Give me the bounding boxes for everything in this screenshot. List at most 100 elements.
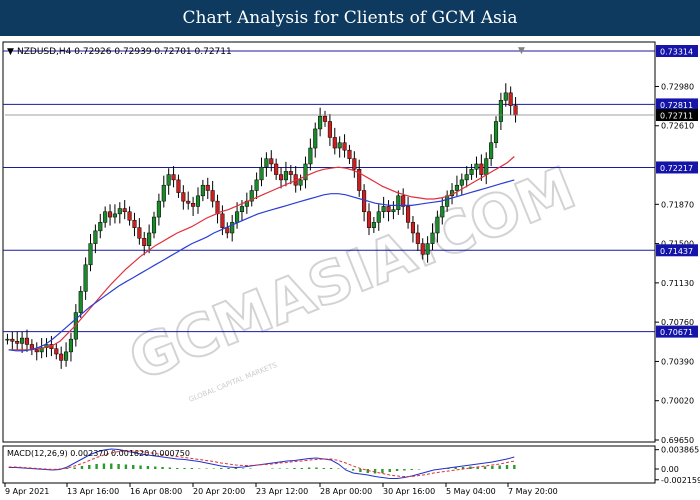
time-tick-label: 16 Apr 08:00 bbox=[130, 487, 182, 496]
price-tick-label: 0.71870 bbox=[661, 200, 694, 209]
chart-shift-marker: ▼ bbox=[518, 46, 525, 56]
candle-body bbox=[303, 163, 308, 181]
candle-body bbox=[274, 163, 279, 175]
candle-body bbox=[332, 137, 337, 149]
candle-body bbox=[205, 184, 210, 191]
candle-body bbox=[122, 208, 127, 212]
candle-body bbox=[410, 222, 416, 234]
candle-body bbox=[166, 174, 171, 186]
candle-body bbox=[352, 158, 357, 170]
time-axis: 9 Apr 2021 13 Apr 16:00 16 Apr 08:00 20 Apr… bbox=[4, 483, 558, 496]
candle-body bbox=[142, 238, 147, 246]
candle-body bbox=[327, 121, 332, 138]
candle-body bbox=[59, 353, 64, 361]
candle-body bbox=[127, 211, 132, 221]
candle-body bbox=[342, 142, 347, 151]
candle-body bbox=[171, 174, 176, 181]
candle-body bbox=[20, 337, 25, 344]
candle-body bbox=[508, 92, 513, 106]
candle-body bbox=[406, 206, 411, 223]
candle-body bbox=[498, 100, 503, 122]
macd-tick-label: 0.00 bbox=[661, 465, 679, 474]
candle-body bbox=[493, 121, 499, 143]
candle-body bbox=[430, 232, 435, 244]
candle-body bbox=[225, 227, 230, 234]
candle-body bbox=[254, 179, 259, 191]
candle-body bbox=[503, 92, 508, 101]
page-title: Chart Analysis for Clients of GCM Asia bbox=[0, 0, 700, 36]
candle-body bbox=[64, 351, 69, 361]
candle-body bbox=[235, 211, 240, 223]
candle-body bbox=[445, 195, 450, 207]
price-tick-label: 0.70020 bbox=[661, 397, 694, 406]
candle-body bbox=[484, 158, 489, 175]
candle-body bbox=[318, 115, 323, 130]
candle-body bbox=[386, 206, 391, 212]
candle-body bbox=[151, 216, 157, 234]
candle-body bbox=[288, 171, 293, 175]
level-price-label: 0.71437 bbox=[660, 247, 693, 256]
level-price-label: 0.70671 bbox=[660, 328, 693, 337]
price-tick-label: 0.72980 bbox=[661, 82, 694, 91]
time-tick-label: 9 Apr 2021 bbox=[5, 487, 49, 496]
macd-info-text: MACD(12,26,9) 0.002370 0.001620 0.000750 bbox=[7, 449, 190, 458]
candle-body bbox=[298, 179, 303, 186]
candle-body bbox=[98, 222, 103, 232]
price-tick-label: 0.72610 bbox=[661, 122, 694, 131]
trading-chart[interactable]: GCMASIA.COM GLOBAL CAPITAL MARKETS 0.729… bbox=[0, 36, 700, 500]
candle-body bbox=[347, 149, 352, 159]
price-tick-label: 0.69650 bbox=[661, 436, 694, 445]
candle-body bbox=[366, 211, 372, 228]
candle-body bbox=[474, 163, 479, 170]
candle-body bbox=[420, 243, 425, 255]
candle-body bbox=[103, 211, 108, 223]
candle-body bbox=[337, 142, 342, 149]
candle-body bbox=[322, 115, 328, 122]
price-tick-label: 0.71130 bbox=[661, 279, 694, 288]
time-tick-label: 7 May 20:00 bbox=[508, 487, 558, 496]
candle-body bbox=[269, 158, 274, 165]
candle-body bbox=[195, 195, 201, 207]
level-price-label: 0.73314 bbox=[660, 48, 693, 57]
candle-body bbox=[264, 158, 269, 168]
candle-body bbox=[34, 349, 39, 353]
candle-body bbox=[68, 338, 74, 353]
candle-body bbox=[161, 184, 166, 202]
candle-body bbox=[239, 206, 245, 212]
candle-body bbox=[156, 200, 161, 218]
chart-info-triangle[interactable]: ▼ bbox=[7, 47, 14, 57]
time-tick-label: 28 Apr 00:00 bbox=[320, 487, 372, 496]
candle-body bbox=[54, 348, 59, 355]
candle-body bbox=[137, 227, 142, 239]
candle-body bbox=[396, 195, 401, 210]
candle-body bbox=[425, 243, 430, 255]
candle-body bbox=[10, 338, 15, 342]
time-tick-label: 23 Apr 12:00 bbox=[256, 487, 308, 496]
candle-body bbox=[415, 232, 420, 244]
candle-body bbox=[83, 264, 88, 292]
candle-body bbox=[391, 209, 396, 212]
candle-body bbox=[132, 219, 137, 228]
time-tick-label: 13 Apr 16:00 bbox=[67, 487, 119, 496]
candle-body bbox=[513, 105, 518, 116]
candle-body bbox=[381, 206, 386, 212]
current-price-label: 0.72711 bbox=[660, 112, 693, 121]
candle-body bbox=[93, 230, 98, 244]
level-price-label: 0.72217 bbox=[660, 164, 693, 173]
candle-body bbox=[308, 147, 313, 165]
time-tick-label: 5 May 04:00 bbox=[446, 487, 496, 496]
candle-body bbox=[220, 213, 225, 228]
candle-body bbox=[489, 142, 494, 159]
candle-body bbox=[440, 206, 445, 218]
main-panel-frame bbox=[2, 41, 656, 443]
candle-body bbox=[469, 169, 474, 175]
candle-body bbox=[15, 341, 20, 344]
candle-body bbox=[112, 213, 117, 218]
chart-info-text: NZDUSD,H4 0.72926 0.72939 0.72701 0.7271… bbox=[17, 47, 232, 57]
candle-body bbox=[191, 202, 196, 207]
candle-body bbox=[88, 243, 93, 266]
candle-body bbox=[454, 184, 459, 191]
candle-body bbox=[107, 211, 113, 218]
candle-body bbox=[371, 222, 376, 228]
candle-body bbox=[464, 174, 469, 181]
